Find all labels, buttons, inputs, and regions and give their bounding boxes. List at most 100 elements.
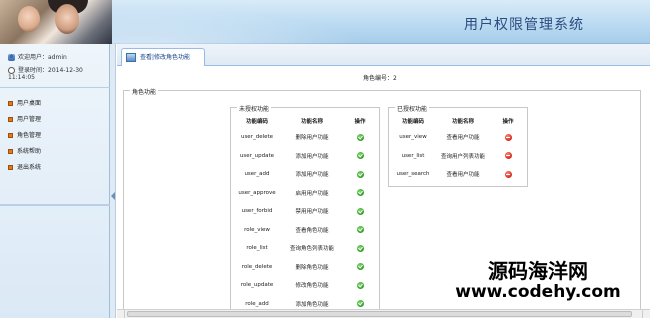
scroll-left-button[interactable]	[117, 310, 125, 318]
unauthorized-functions: 未授权功能 功能编码 功能名称 操作 user_delete 删除用户功能 use…	[230, 104, 380, 318]
cell-name: 启用用户功能	[295, 190, 329, 197]
cell-code: role_list	[246, 245, 268, 252]
tab-view-role-functions[interactable]: 查看|修改角色功能	[121, 48, 205, 66]
sidebar-divider	[0, 204, 110, 206]
col-action: 操作	[354, 119, 366, 125]
authorized-table: 功能编码 功能名称 操作 user_view 查看用户功能 user_list 查询…	[393, 114, 523, 184]
collapse-arrow-icon[interactable]	[111, 192, 115, 200]
table-row: user_view 查看用户功能	[393, 128, 523, 147]
menu-bullet-icon	[8, 149, 13, 154]
table-header-row: 功能编码 功能名称 操作	[235, 114, 375, 128]
unauthorized-table: 功能编码 功能名称 操作 user_delete 删除用户功能 user_upda…	[235, 114, 375, 313]
watermark-line2: www.codehy.com	[455, 282, 621, 302]
menu-item-help[interactable]: 系统帮助	[0, 144, 110, 160]
table-row: user_search 查看用户功能	[393, 165, 523, 184]
table-row: role_update 修改角色功能	[235, 276, 375, 295]
watermark-line1: 源码海洋网	[488, 259, 588, 283]
unauthorized-legend: 未授权功能	[237, 104, 272, 113]
grant-icon[interactable]	[356, 226, 364, 234]
authorized-legend: 已授权功能	[395, 104, 430, 113]
user-icon	[8, 54, 15, 61]
scroll-right-button[interactable]	[642, 310, 650, 318]
grant-icon[interactable]	[356, 189, 364, 197]
cell-name: 修改角色功能	[295, 283, 329, 290]
revoke-icon[interactable]	[504, 152, 512, 160]
grant-icon[interactable]	[356, 281, 364, 289]
welcome-line: 欢迎用户：admin	[8, 52, 67, 61]
table-header-row: 功能编码 功能名称 操作	[393, 114, 523, 128]
menu-item-user-manage[interactable]: 用户管理	[0, 112, 110, 128]
table-row: role_list 查询角色列表功能	[235, 239, 375, 258]
col-name: 功能名称	[451, 119, 474, 125]
menu-bullet-icon	[8, 165, 13, 170]
role-number: 角色编号：2	[363, 75, 397, 82]
table-row: role_delete 删除角色功能	[235, 258, 375, 277]
col-code: 功能编码	[401, 119, 424, 125]
cell-name: 删除用户功能	[295, 135, 329, 142]
menu-bullet-icon	[8, 117, 13, 122]
table-row: user_update 添加用户功能	[235, 147, 375, 166]
login-time-text: 登录时间：2014-12-30	[18, 67, 83, 74]
cell-name: 查询角色列表功能	[289, 246, 334, 253]
cell-code: user_delete	[240, 134, 274, 141]
cell-code: user_view	[399, 134, 427, 141]
cell-name: 删除角色功能	[295, 264, 329, 271]
grant-icon[interactable]	[356, 207, 364, 215]
cell-name: 添加用户功能	[295, 153, 329, 160]
scrollbar-thumb[interactable]	[127, 311, 632, 317]
fieldset-legend: 角色功能	[130, 87, 159, 96]
sidebar-menu: 用户桌面 用户管理 角色管理 系统帮助 退出系统	[0, 96, 110, 176]
grant-icon[interactable]	[356, 300, 364, 308]
cell-code: user_forbid	[241, 208, 273, 215]
table-row: user_list 查询用户列表功能	[393, 147, 523, 166]
table-row: user_delete 删除用户功能	[235, 128, 375, 147]
tab-bar: 查看|修改角色功能	[117, 44, 650, 66]
grant-icon[interactable]	[356, 263, 364, 271]
menu-bullet-icon	[8, 133, 13, 138]
table-row: user_add 添加用户功能	[235, 165, 375, 184]
app-header: 用户权限管理系统	[0, 0, 650, 44]
welcome-text: 欢迎用户：admin	[18, 54, 67, 61]
col-code: 功能编码	[245, 119, 268, 125]
monitor-icon	[126, 53, 136, 62]
cell-name: 添加用户功能	[295, 172, 329, 179]
menu-item-desktop[interactable]: 用户桌面	[0, 96, 110, 112]
sidebar: 欢迎用户：admin 登录时间：2014-12-30 11:14:05 用户桌面…	[0, 44, 110, 318]
menu-item-logout[interactable]: 退出系统	[0, 160, 110, 176]
cell-code: user_add	[244, 171, 270, 178]
grant-icon[interactable]	[356, 170, 364, 178]
header-decoration	[112, 0, 412, 44]
grant-icon[interactable]	[356, 152, 364, 160]
cell-code: user_update	[239, 152, 275, 159]
user-info: 欢迎用户：admin 登录时间：2014-12-30 11:14:05	[0, 44, 110, 88]
cell-name: 查询用户列表功能	[440, 153, 485, 160]
cell-name: 禁用用户功能	[295, 209, 329, 216]
cell-code: role_delete	[241, 263, 273, 270]
header-photo	[0, 0, 112, 44]
cell-name: 查看用户功能	[446, 172, 480, 179]
table-row: role_view 查看角色功能	[235, 221, 375, 240]
cell-code: user_list	[401, 152, 425, 159]
login-time-line: 登录时间：2014-12-30	[8, 65, 83, 74]
cell-code: role_update	[240, 282, 274, 289]
sidebar-splitter[interactable]	[110, 44, 116, 318]
cell-name: 查看角色功能	[295, 227, 329, 234]
clock-icon	[8, 67, 15, 74]
login-time-cont: 11:14:05	[8, 74, 35, 81]
cell-code: role_view	[244, 226, 270, 233]
table-row: user_forbid 禁用用户功能	[235, 202, 375, 221]
watermark: 源码海洋网 www.codehy.com	[448, 260, 628, 302]
revoke-icon[interactable]	[504, 133, 512, 141]
system-title: 用户权限管理系统	[464, 17, 584, 33]
table-row: user_approve 启用用户功能	[235, 184, 375, 203]
revoke-icon[interactable]	[504, 170, 512, 178]
cell-code: user_search	[396, 171, 430, 178]
menu-item-role-manage[interactable]: 角色管理	[0, 128, 110, 144]
cell-code: user_approve	[238, 189, 276, 196]
grant-icon[interactable]	[356, 244, 364, 252]
horizontal-scrollbar[interactable]	[117, 309, 650, 318]
authorized-functions: 已授权功能 功能编码 功能名称 操作 user_view 查看用户功能 user_…	[388, 104, 528, 187]
col-action: 操作	[502, 119, 514, 125]
grant-icon[interactable]	[356, 133, 364, 141]
menu-bullet-icon	[8, 101, 13, 106]
